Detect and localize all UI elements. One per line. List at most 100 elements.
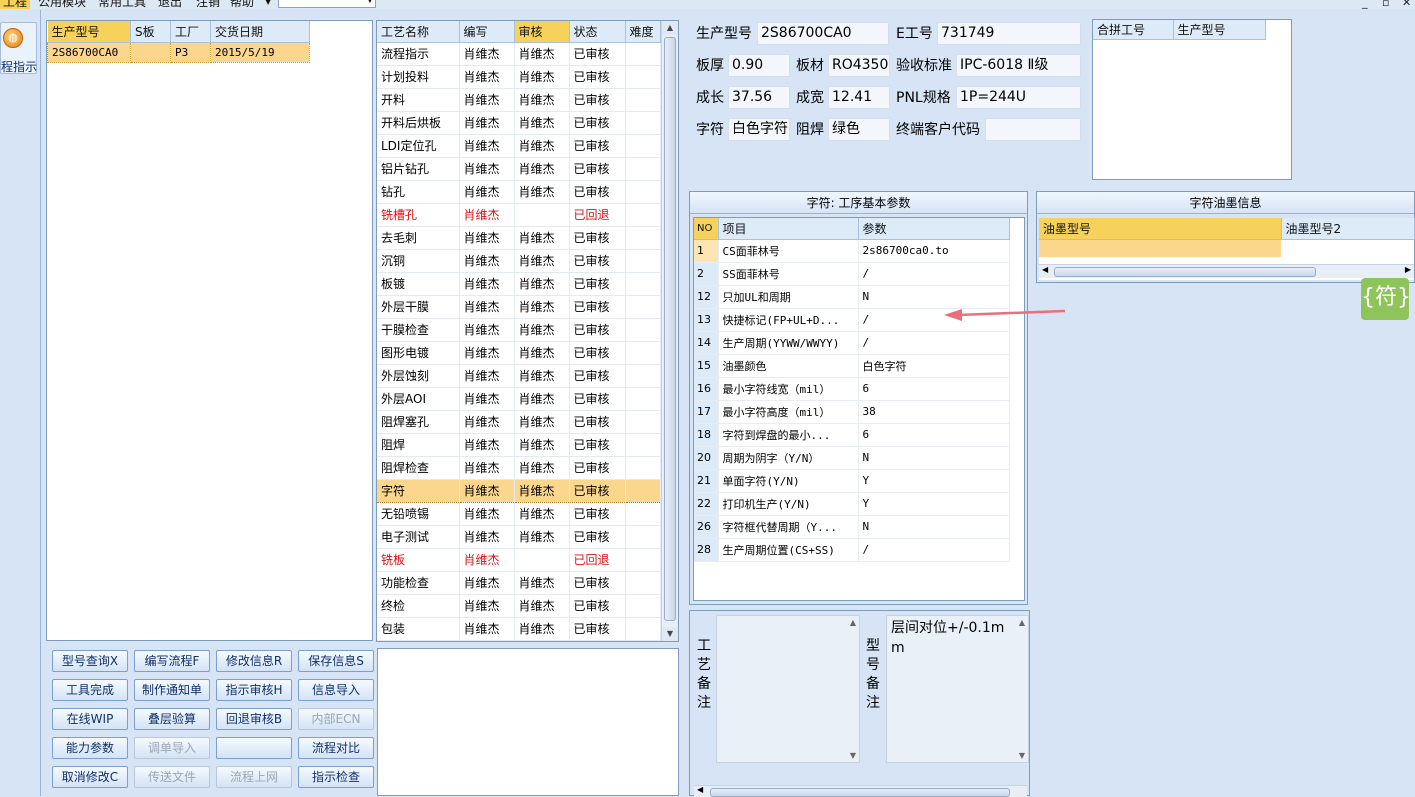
char-field[interactable]: 白色字符 [728, 118, 790, 141]
close-icon[interactable]: ✕ [1402, 0, 1411, 9]
model-field[interactable]: 2S86700CA0 [757, 22, 889, 45]
action-button-6[interactable]: 制作通知单 [134, 679, 210, 701]
table-row[interactable]: 16 最小字符线宽（mil） 6 [694, 377, 1010, 401]
action-button-4[interactable]: 保存信息S [298, 650, 374, 672]
col-model[interactable]: 生产型号 [47, 21, 131, 43]
col-factory[interactable]: 工厂 [170, 21, 211, 43]
menu-combo-box[interactable]: ▼ [278, 0, 376, 8]
scroll-down-icon[interactable]: ▼ [1019, 751, 1025, 760]
menu-item-help[interactable]: 帮助 [230, 0, 254, 9]
scroll-up-icon[interactable]: ▲ [1019, 618, 1025, 627]
table-row[interactable]: 功能检查 肖维杰 肖维杰 已审核 [377, 571, 661, 595]
col-due-date[interactable]: 交货日期 [210, 21, 310, 43]
pnl-field[interactable]: 1P=244U [956, 86, 1081, 109]
width-field[interactable]: 12.41 [828, 86, 890, 109]
action-button-18[interactable]: 传送文件 [134, 766, 210, 788]
model-remark-textarea[interactable]: 层间对位+/-0.1mm ▲ ▼ [886, 615, 1029, 763]
table-row[interactable]: 22 打印机生产(Y/N) Y [694, 492, 1010, 516]
action-button-11[interactable]: 回退审核B [216, 708, 292, 730]
col-difficulty[interactable]: 难度 [625, 21, 661, 43]
thickness-field[interactable]: 0.90 [728, 54, 790, 77]
table-row[interactable]: 电子测试 肖维杰 肖维杰 已审核 [377, 525, 661, 549]
action-button-13[interactable]: 能力参数 [52, 737, 128, 759]
col-author[interactable]: 编写 [459, 21, 515, 43]
scroll-down-icon[interactable]: ▼ [662, 627, 678, 641]
action-button-17[interactable]: 取消修改C [52, 766, 128, 788]
table-row[interactable]: 26 字符框代替周期（Y... N [694, 515, 1010, 539]
action-button-1[interactable]: 型号查询X [52, 650, 128, 672]
e-number-field[interactable]: 731749 [937, 22, 1081, 45]
table-row[interactable]: 阻焊 肖维杰 肖维杰 已审核 [377, 433, 661, 457]
table-row[interactable]: 14 生产周期(YYWW/WWYY) / [694, 331, 1010, 355]
process-scrollbar[interactable]: ▲ ▼ [661, 21, 678, 641]
col-value[interactable]: 参数 [858, 218, 1010, 240]
table-row[interactable]: 阻焊塞孔 肖维杰 肖维杰 已审核 [377, 410, 661, 434]
table-row[interactable]: 外层AOI 肖维杰 肖维杰 已审核 [377, 387, 661, 411]
help-dropdown-icon[interactable]: ▼ [265, 0, 271, 9]
process-instruction-nav-button[interactable]: ◍ 程指示 [0, 22, 37, 74]
standard-field[interactable]: IPC-6018 Ⅱ级 [956, 54, 1081, 77]
table-row[interactable]: LDI定位孔 肖维杰 肖维杰 已审核 [377, 134, 661, 158]
action-button-7[interactable]: 指示审核H [216, 679, 292, 701]
mask-field[interactable]: 绿色 [828, 118, 890, 141]
table-row[interactable] [1039, 239, 1414, 257]
action-button-9[interactable]: 在线WIP [52, 708, 128, 730]
table-row[interactable]: 开料 肖维杰 肖维杰 已审核 [377, 88, 661, 112]
table-row[interactable]: 外层干膜 肖维杰 肖维杰 已审核 [377, 295, 661, 319]
customer-code-field[interactable] [985, 118, 1081, 141]
action-button-14[interactable]: 调单导入 [134, 737, 210, 759]
table-row[interactable]: 2 SS面菲林号 / [694, 262, 1010, 286]
table-row[interactable]: 铣槽孔 肖维杰 已回退 [377, 203, 661, 227]
col-status[interactable]: 状态 [569, 21, 626, 43]
table-row[interactable]: 铝片钻孔 肖维杰 肖维杰 已审核 [377, 157, 661, 181]
table-row[interactable]: 18 字符到焊盘的最小... 6 [694, 423, 1010, 447]
table-row[interactable]: 流程指示 肖维杰 肖维杰 已审核 [377, 42, 661, 66]
action-button-16[interactable]: 流程对比 [298, 737, 374, 759]
col-ink-model[interactable]: 油墨型号 [1039, 218, 1282, 240]
action-button-20[interactable]: 指示检查 [298, 766, 374, 788]
col-ink-model2[interactable]: 油墨型号2 [1281, 218, 1415, 240]
table-row[interactable]: 干膜检查 肖维杰 肖维杰 已审核 [377, 318, 661, 342]
action-button-19[interactable]: 流程上网 [216, 766, 292, 788]
action-button-15[interactable] [216, 737, 292, 759]
table-row[interactable]: 无铅喷锡 肖维杰 肖维杰 已审核 [377, 502, 661, 526]
ink-hscrollbar[interactable]: ◀ ▶ [1039, 264, 1414, 278]
action-button-12[interactable]: 内部ECN [298, 708, 374, 730]
scroll-left-icon[interactable]: ◀ [1042, 265, 1048, 274]
scroll-right-icon[interactable]: ▶ [1405, 265, 1411, 274]
table-row[interactable]: 28 生产周期位置(CS+SS) / [694, 538, 1010, 562]
col-reviewer[interactable]: 审核 [514, 21, 570, 43]
restore-icon[interactable]: ▫ [1382, 0, 1389, 9]
table-row[interactable]: 15 油墨颜色 白色字符 [694, 354, 1010, 378]
action-button-8[interactable]: 信息导入 [298, 679, 374, 701]
action-button-10[interactable]: 叠层验算 [134, 708, 210, 730]
scroll-up-icon[interactable]: ▲ [850, 618, 856, 627]
action-button-3[interactable]: 修改信息R [216, 650, 292, 672]
menu-item-public-module[interactable]: 公用模块 [38, 0, 86, 9]
length-field[interactable]: 37.56 [728, 86, 790, 109]
table-row[interactable]: 终检 肖维杰 肖维杰 已审核 [377, 594, 661, 618]
action-button-2[interactable]: 编写流程F [134, 650, 210, 672]
scroll-left-icon[interactable]: ◀ [697, 785, 703, 794]
table-row[interactable]: 21 单面字符(Y/N) Y [694, 469, 1010, 493]
table-row[interactable]: 1 CS面菲林号 2s86700ca0.to [694, 239, 1010, 263]
material-field[interactable]: RO4350E [828, 54, 890, 77]
table-row[interactable]: 钻孔 肖维杰 肖维杰 已审核 [377, 180, 661, 204]
col-merge-eno[interactable]: 合拼工号 [1093, 20, 1174, 40]
table-row[interactable]: 包装 肖维杰 肖维杰 已审核 [377, 617, 661, 641]
table-row[interactable]: 沉铜 肖维杰 肖维杰 已审核 [377, 249, 661, 273]
table-row[interactable]: 字符 肖维杰 肖维杰 已审核 [377, 478, 661, 503]
menu-item-project[interactable]: 工程 [0, 0, 31, 9]
action-button-5[interactable]: 工具完成 [52, 679, 128, 701]
table-row[interactable]: 图形电镀 肖维杰 肖维杰 已审核 [377, 341, 661, 365]
table-row[interactable]: 计划投料 肖维杰 肖维杰 已审核 [377, 65, 661, 89]
table-row[interactable]: 板镀 肖维杰 肖维杰 已审核 [377, 272, 661, 296]
table-row[interactable]: 17 最小字符高度（mil） 38 [694, 400, 1010, 424]
scroll-up-icon[interactable]: ▲ [662, 21, 678, 35]
menu-item-exit[interactable]: 退出 [158, 0, 182, 9]
col-s-board[interactable]: S板 [130, 21, 171, 43]
h-scroll-thumb[interactable] [1054, 267, 1316, 277]
col-no[interactable]: NO [694, 218, 719, 240]
table-row[interactable]: 20 周期为阴字（Y/N） N [694, 446, 1010, 470]
scroll-down-icon[interactable]: ▼ [850, 751, 856, 760]
